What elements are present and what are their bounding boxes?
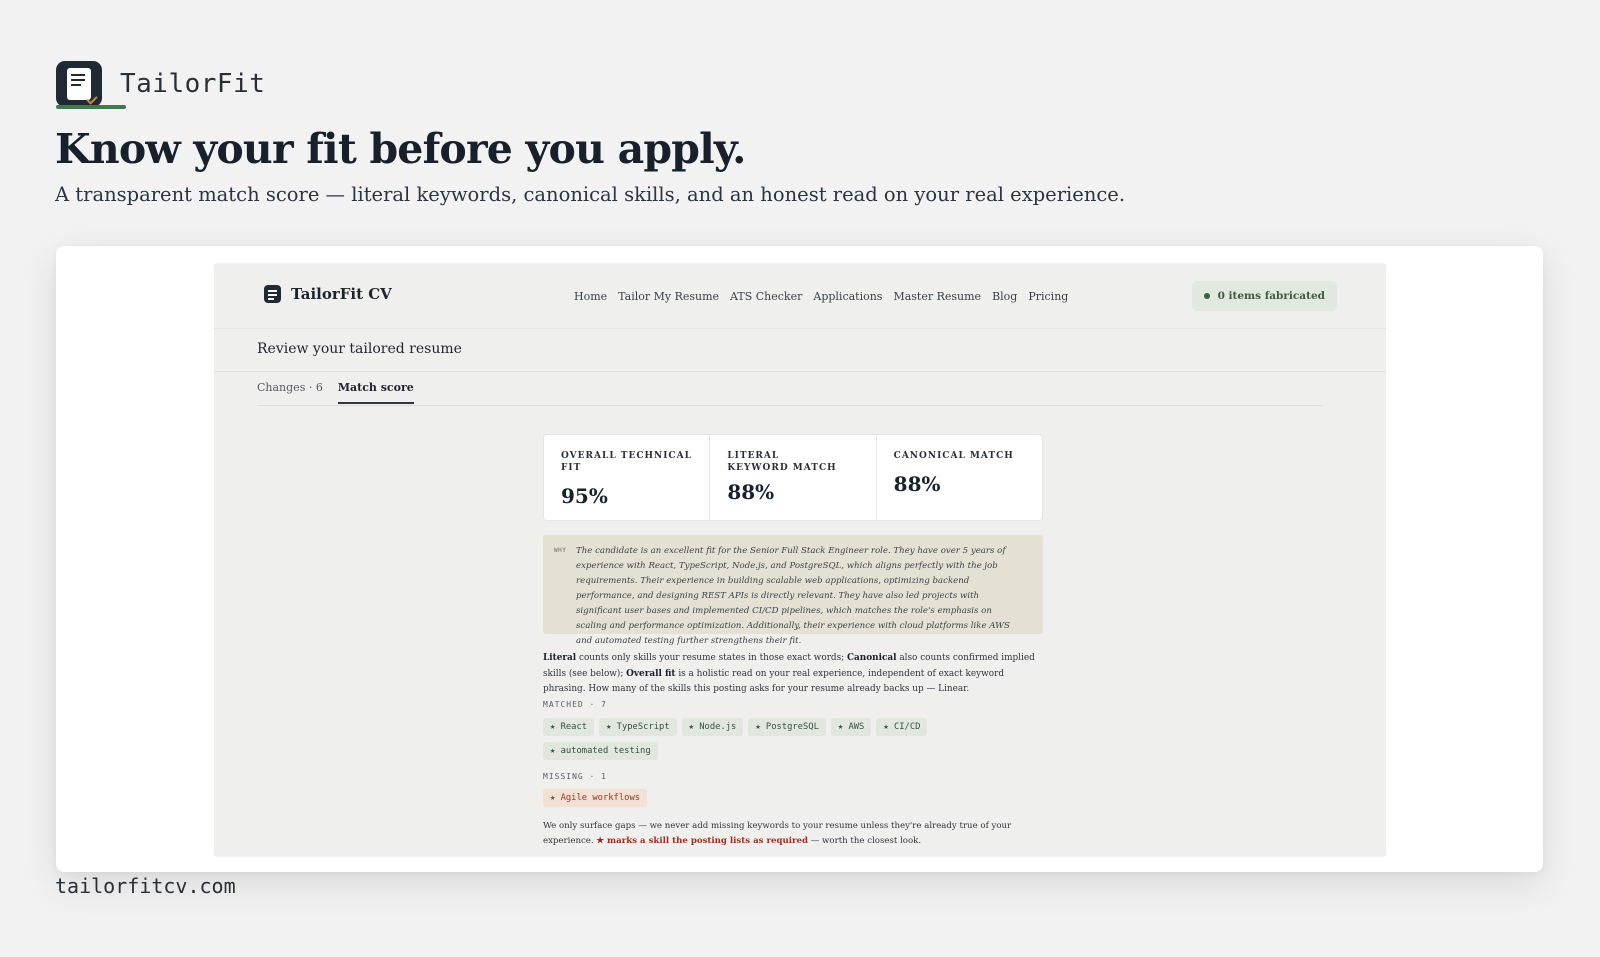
skill-chip: ★ automated testing: [543, 742, 658, 760]
page-title: Review your tailored resume: [257, 341, 462, 357]
fabrication-badge: 0 items fabricated: [1191, 281, 1337, 311]
hero-subtitle: A transparent match score — literal keyw…: [55, 183, 1126, 206]
matched-label: MATCHED · 7: [543, 700, 607, 709]
nav-home[interactable]: Home: [574, 290, 607, 303]
brand-name: TailorFit: [120, 69, 266, 99]
screenshot-card: TailorFit CV Home Tailor My Resume ATS C…: [56, 246, 1543, 872]
nav-applications[interactable]: Applications: [813, 290, 882, 303]
score-value: 95%: [561, 484, 608, 509]
missing-chips: ★ Agile workflows: [543, 789, 1043, 807]
app-brand[interactable]: TailorFit CV: [264, 285, 392, 303]
score-value: 88%: [893, 472, 941, 497]
nav-master-resume[interactable]: Master Resume: [893, 290, 981, 303]
score-label: LITERAL KEYWORD MATCH: [727, 451, 837, 474]
score-panel: OVERALL TECHNICAL FIT 95% LITERAL KEYWOR…: [543, 434, 1043, 521]
brand-underline: [56, 105, 126, 109]
required-note: ★ marks a skill the posting lists as req…: [596, 836, 808, 846]
fabrication-badge-label: 0 items fabricated: [1217, 290, 1325, 302]
brand: TailorFit: [56, 57, 265, 111]
divider: [214, 371, 1386, 372]
score-explanation: Literal counts only skills your resume s…: [543, 651, 1043, 698]
missing-skill-chip: ★ Agile workflows: [543, 789, 648, 807]
score-overall: OVERALL TECHNICAL FIT 95%: [544, 435, 711, 520]
explain-text: counts only skills your resume states in…: [576, 653, 847, 663]
app-logo-icon: [264, 285, 281, 303]
score-literal: LITERAL KEYWORD MATCH 88%: [710, 435, 877, 520]
why-tag: WHY: [554, 547, 567, 554]
canonical-term: Canonical: [846, 653, 897, 663]
footnote-text: — worth the closest look.: [808, 836, 922, 846]
tab-match-score[interactable]: Match score: [337, 381, 414, 404]
status-dot-icon: [1203, 293, 1210, 299]
score-canonical: CANONICAL MATCH 88%: [877, 435, 1042, 520]
site-domain: tailorfitcv.com: [55, 874, 236, 898]
skill-chip: ★ TypeScript: [599, 718, 677, 736]
app-window: TailorFit CV Home Tailor My Resume ATS C…: [214, 263, 1386, 857]
nav-ats-checker[interactable]: ATS Checker: [730, 290, 802, 303]
missing-label: MISSING · 1: [543, 772, 607, 781]
tabs: Changes · 6 Match score: [257, 381, 414, 404]
nav-links: Home Tailor My Resume ATS Checker Applic…: [574, 290, 1068, 303]
overall-term: Overall fit: [626, 668, 676, 679]
score-label: OVERALL TECHNICAL FIT: [561, 451, 692, 474]
matched-chips: ★ React ★ TypeScript ★ Node.js ★ Postgre…: [543, 718, 1043, 760]
gaps-footnote: We only surface gaps — we never add miss…: [543, 819, 1043, 849]
resume-logo-icon: [56, 61, 102, 107]
skill-chip: ★ Node.js: [681, 718, 744, 736]
app-brand-name: TailorFit CV: [291, 285, 392, 303]
tabs-divider: [257, 405, 1323, 406]
score-label: CANONICAL MATCH: [893, 451, 1014, 461]
tab-changes[interactable]: Changes · 6: [257, 381, 323, 404]
app-navbar: TailorFit CV Home Tailor My Resume ATS C…: [214, 263, 1386, 329]
skill-chip: ★ CI/CD: [876, 718, 928, 736]
skill-chip: ★ PostgreSQL: [748, 718, 826, 736]
nav-blog[interactable]: Blog: [992, 290, 1017, 303]
score-value: 88%: [727, 480, 775, 505]
skill-chip: ★ AWS: [830, 718, 872, 736]
why-box: WHY The candidate is an excellent fit fo…: [543, 535, 1043, 646]
literal-term: Literal: [543, 653, 577, 663]
skill-chip: ★ React: [543, 718, 595, 736]
hero-title: Know your fit before you apply.: [55, 125, 746, 173]
nav-tailor-my-resume[interactable]: Tailor My Resume: [618, 290, 719, 303]
why-text: The candidate is an excellent fit for th…: [576, 546, 1010, 646]
nav-pricing[interactable]: Pricing: [1028, 290, 1068, 303]
